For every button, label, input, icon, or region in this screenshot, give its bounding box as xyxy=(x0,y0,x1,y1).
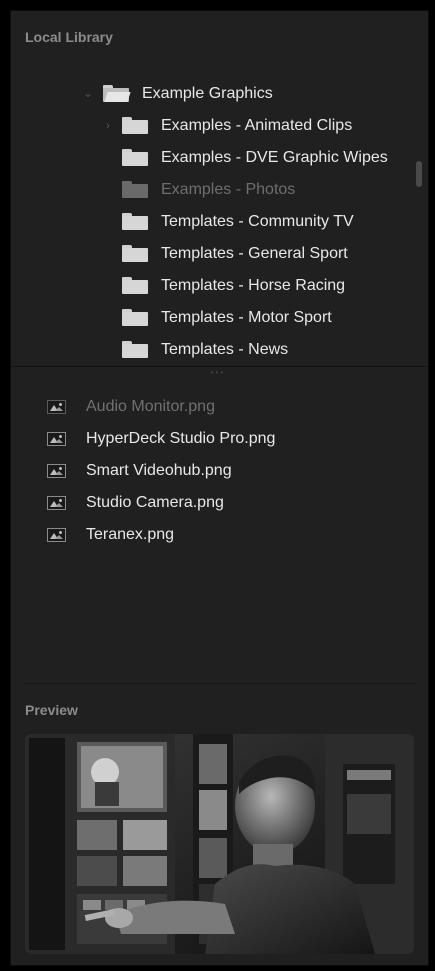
image-file-icon xyxy=(47,528,66,542)
section-divider xyxy=(25,683,415,684)
folder-icon xyxy=(122,309,148,326)
tree-item-label: Examples - Animated Clips xyxy=(161,117,353,134)
file-label: Studio Camera.png xyxy=(86,494,224,511)
folder-icon xyxy=(122,277,148,294)
file-label: Teranex.png xyxy=(86,526,175,543)
folder-icon xyxy=(122,149,148,166)
tree-item-label: Templates - News xyxy=(161,341,289,358)
image-file-icon xyxy=(47,464,66,478)
preview-image xyxy=(25,734,414,954)
image-file-icon xyxy=(47,400,66,414)
folder-icon xyxy=(122,117,148,134)
file-label: Audio Monitor.png xyxy=(86,398,215,415)
chevron-right-icon[interactable]: › xyxy=(101,111,115,141)
file-label: Smart Videohub.png xyxy=(86,462,232,479)
media-pool-panel: Local Library ⌄ Example Graphics › Examp… xyxy=(10,10,429,966)
folder-open-icon xyxy=(103,85,131,102)
folder-icon xyxy=(122,213,148,230)
tree-item-label: Templates - Motor Sport xyxy=(161,309,332,326)
tree-item-label: Examples - Photos xyxy=(161,181,296,198)
tree-scrollbar[interactable] xyxy=(416,161,422,187)
preview-title: Preview xyxy=(25,702,78,718)
tree-item-label: Templates - General Sport xyxy=(161,245,348,262)
split-divider[interactable] xyxy=(11,366,428,367)
file-label: HyperDeck Studio Pro.png xyxy=(86,430,276,447)
tree-item-label: Templates - Horse Racing xyxy=(161,277,346,294)
tree-item-label: Example Graphics xyxy=(142,85,273,102)
folder-icon xyxy=(122,181,148,198)
local-library-title: Local Library xyxy=(25,29,113,45)
image-file-icon xyxy=(47,432,66,446)
image-file-icon xyxy=(47,496,66,510)
folder-icon xyxy=(122,245,148,262)
folder-icon xyxy=(122,341,148,358)
tree-item-label: Templates - Community TV xyxy=(161,213,354,230)
resize-grip-icon[interactable]: ••• xyxy=(206,369,230,377)
chevron-down-icon[interactable]: ⌄ xyxy=(81,79,95,109)
tree-item-label: Examples - DVE Graphic Wipes xyxy=(161,149,388,166)
preview-photo-illustration xyxy=(25,734,414,954)
